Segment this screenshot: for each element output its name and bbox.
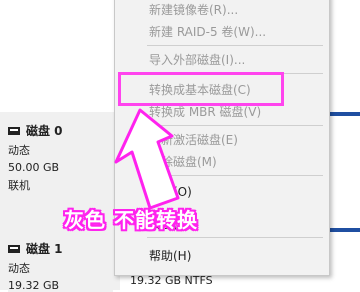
menu-item-import-foreign-disk[interactable]: 导入外部磁盘(I)... [115,51,329,69]
menu-item-help[interactable]: 帮助(H) [115,247,329,265]
disk-title-row: 磁盘 1 [8,240,113,257]
disk-card-0[interactable]: 磁盘 0 动态 50.00 GB 联机 [8,122,113,193]
menu-separator [147,125,323,126]
menu-item-reactivate-disk[interactable]: 重新激活磁盘(E) [115,131,329,149]
context-menu: 新建镜像卷(R)... 新建 RAID-5 卷(W)... 导入外部磁盘(I).… [114,0,330,276]
annotation-text: 灰色 不能转换 [64,208,198,232]
menu-item-delete-disk[interactable]: 删除磁盘(M) [115,153,329,171]
menu-separator [147,175,323,176]
disk-icon [8,126,20,135]
menu-item-new-mirror-volume[interactable]: 新建镜像卷(R)... [115,1,329,19]
disk-title: 磁盘 1 [26,242,63,256]
disk-list-panel: 磁盘 0 动态 50.00 GB 联机 磁盘 1 动态 19.32 GB [0,0,120,292]
disk-title-row: 磁盘 0 [8,122,113,139]
disk-title: 磁盘 0 [26,124,63,138]
disk-size: 50.00 GB [8,161,60,174]
highlight-box [118,72,284,106]
menu-separator [147,45,323,46]
disk-type: 动态 [8,262,30,275]
top-area [0,0,120,112]
menu-separator [147,237,323,238]
disk-card-1[interactable]: 磁盘 1 动态 19.32 GB [8,240,113,292]
menu-item-new-raid5-volume[interactable]: 新建 RAID-5 卷(W)... [115,23,329,41]
disk-size: 19.32 GB [8,279,60,292]
disk-icon [8,244,20,253]
disk-type: 动态 [8,144,30,157]
menu-item-offline[interactable]: 脱机(O) [115,183,329,201]
disk-status: 联机 [8,179,30,192]
